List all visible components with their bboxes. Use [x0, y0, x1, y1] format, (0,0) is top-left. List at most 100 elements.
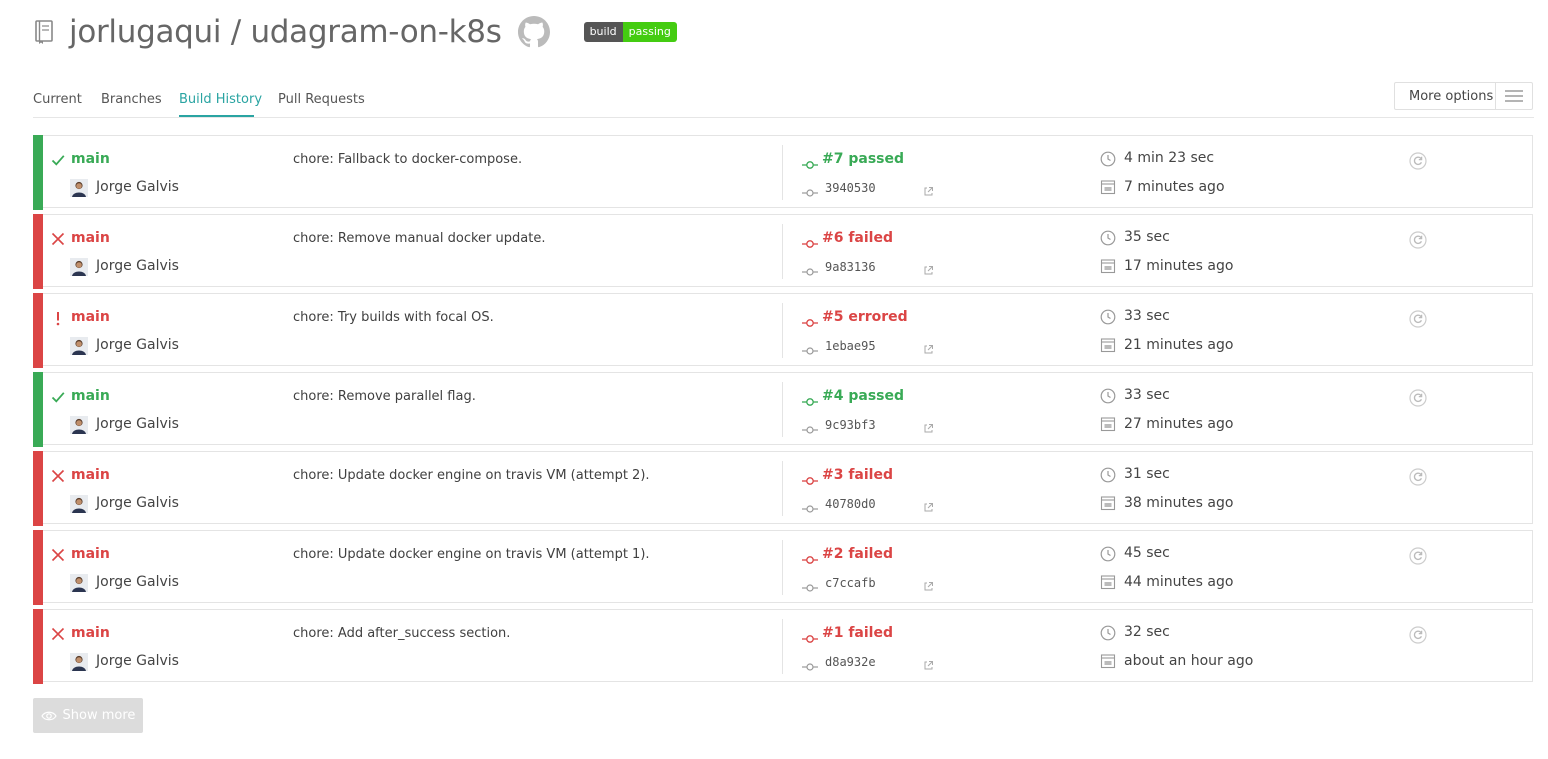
author-name: Jorge Galvis: [96, 337, 179, 353]
build-duration: 33 sec: [1124, 387, 1170, 403]
commit-sha[interactable]: c7ccafb: [825, 576, 876, 590]
branch-name[interactable]: main: [71, 625, 110, 641]
external-link-icon[interactable]: [923, 577, 934, 591]
build-row[interactable]: main Jorge Galvis chore: Try builds with…: [33, 293, 1533, 368]
build-number[interactable]: #2 failed: [822, 546, 893, 562]
build-finished-time: 38 minutes ago: [1124, 495, 1234, 511]
branch-name[interactable]: main: [71, 467, 110, 483]
author-avatar: [70, 416, 88, 434]
hamburger-menu-icon[interactable]: [1495, 83, 1532, 109]
commit-message[interactable]: chore: Try builds with focal OS.: [293, 310, 494, 325]
commit-message[interactable]: chore: Fallback to docker-compose.: [293, 152, 522, 167]
repo-book-icon: [33, 19, 55, 45]
build-status-bar: [33, 530, 43, 605]
build-finished-time: 7 minutes ago: [1124, 179, 1225, 195]
commit-message[interactable]: chore: Remove manual docker update.: [293, 231, 545, 246]
build-status-badge[interactable]: build passing: [583, 22, 677, 42]
commit-sha[interactable]: 9a83136: [825, 260, 876, 274]
more-options-button[interactable]: More options: [1394, 82, 1533, 110]
commit-sha[interactable]: 40780d0: [825, 497, 876, 511]
build-status-bar: [33, 293, 43, 368]
branch-name[interactable]: main: [71, 546, 110, 562]
restart-build-icon[interactable]: [1409, 547, 1427, 565]
commit-sha[interactable]: d8a932e: [825, 655, 876, 669]
build-duration: 33 sec: [1124, 308, 1170, 324]
build-number[interactable]: #4 passed: [822, 388, 904, 404]
tab-pull-requests[interactable]: Pull Requests: [278, 92, 365, 107]
clock-icon: [1100, 546, 1116, 562]
build-finished-time: 21 minutes ago: [1124, 337, 1234, 353]
commit-sha-icon: [802, 499, 818, 513]
build-number[interactable]: #3 failed: [822, 467, 893, 483]
author-name: Jorge Galvis: [96, 416, 179, 432]
branch-name[interactable]: main: [71, 230, 110, 246]
author-avatar: [70, 337, 88, 355]
external-link-icon[interactable]: [923, 656, 934, 670]
build-number[interactable]: #7 passed: [822, 151, 904, 167]
eye-icon: [40, 710, 57, 722]
commit-sha[interactable]: 9c93bf3: [825, 418, 876, 432]
commit-sha-icon: [802, 262, 818, 276]
build-commit-icon: [802, 392, 818, 406]
restart-build-icon[interactable]: [1409, 389, 1427, 407]
external-link-icon[interactable]: [923, 182, 934, 196]
restart-build-icon[interactable]: [1409, 468, 1427, 486]
build-row[interactable]: main Jorge Galvis chore: Add after_succe…: [33, 609, 1533, 684]
build-commit-icon: [802, 471, 818, 485]
branch-name[interactable]: main: [71, 309, 110, 325]
clock-icon: [1100, 388, 1116, 404]
exclamation-icon: [50, 310, 66, 326]
commit-message[interactable]: chore: Update docker engine on travis VM…: [293, 547, 650, 562]
branch-name[interactable]: main: [71, 151, 110, 167]
restart-build-icon[interactable]: [1409, 310, 1427, 328]
build-row[interactable]: main Jorge Galvis chore: Remove parallel…: [33, 372, 1533, 447]
commit-sha[interactable]: 3940530: [825, 181, 876, 195]
build-commit-icon: [802, 629, 818, 643]
build-status-bar: [33, 609, 43, 684]
commit-message[interactable]: chore: Update docker engine on travis VM…: [293, 468, 650, 483]
author-avatar: [70, 258, 88, 276]
badge-status: passing: [622, 22, 677, 42]
build-row[interactable]: main Jorge Galvis chore: Fallback to doc…: [33, 135, 1533, 210]
external-link-icon[interactable]: [923, 261, 934, 275]
cross-icon: [50, 468, 66, 484]
commit-sha[interactable]: 1ebae95: [825, 339, 876, 353]
restart-build-icon[interactable]: [1409, 626, 1427, 644]
branch-name[interactable]: main: [71, 388, 110, 404]
author-name: Jorge Galvis: [96, 258, 179, 274]
commit-sha-icon: [802, 420, 818, 434]
commit-message[interactable]: chore: Remove parallel flag.: [293, 389, 476, 404]
commit-message[interactable]: chore: Add after_success section.: [293, 626, 510, 641]
row-divider: [782, 145, 783, 200]
restart-build-icon[interactable]: [1409, 152, 1427, 170]
build-finished-time: 27 minutes ago: [1124, 416, 1234, 432]
author-name: Jorge Galvis: [96, 653, 179, 669]
build-commit-icon: [802, 313, 818, 327]
external-link-icon[interactable]: [923, 419, 934, 433]
build-row[interactable]: main Jorge Galvis chore: Remove manual d…: [33, 214, 1533, 289]
row-divider: [782, 303, 783, 358]
build-status-bar: [33, 214, 43, 289]
repo-tabs: Current Branches Build History Pull Requ…: [33, 84, 1534, 118]
clock-icon: [1100, 467, 1116, 483]
build-row[interactable]: main Jorge Galvis chore: Update docker e…: [33, 530, 1533, 605]
external-link-icon[interactable]: [923, 498, 934, 512]
external-link-icon[interactable]: [923, 340, 934, 354]
show-more-button[interactable]: Show more: [33, 698, 143, 733]
tab-current[interactable]: Current: [33, 92, 82, 107]
calendar-icon: [1100, 574, 1116, 590]
tab-branches[interactable]: Branches: [101, 92, 162, 107]
build-number[interactable]: #1 failed: [822, 625, 893, 641]
row-divider: [782, 224, 783, 279]
calendar-icon: [1100, 179, 1116, 195]
build-number[interactable]: #5 errored: [822, 309, 908, 325]
restart-build-icon[interactable]: [1409, 231, 1427, 249]
commit-sha-icon: [802, 578, 818, 592]
github-icon[interactable]: [517, 16, 550, 48]
build-row[interactable]: main Jorge Galvis chore: Update docker e…: [33, 451, 1533, 526]
commit-sha-icon: [802, 657, 818, 671]
build-number[interactable]: #6 failed: [822, 230, 893, 246]
check-icon: [50, 389, 66, 405]
author-name: Jorge Galvis: [96, 179, 179, 195]
tab-build-history[interactable]: Build History: [179, 92, 262, 107]
